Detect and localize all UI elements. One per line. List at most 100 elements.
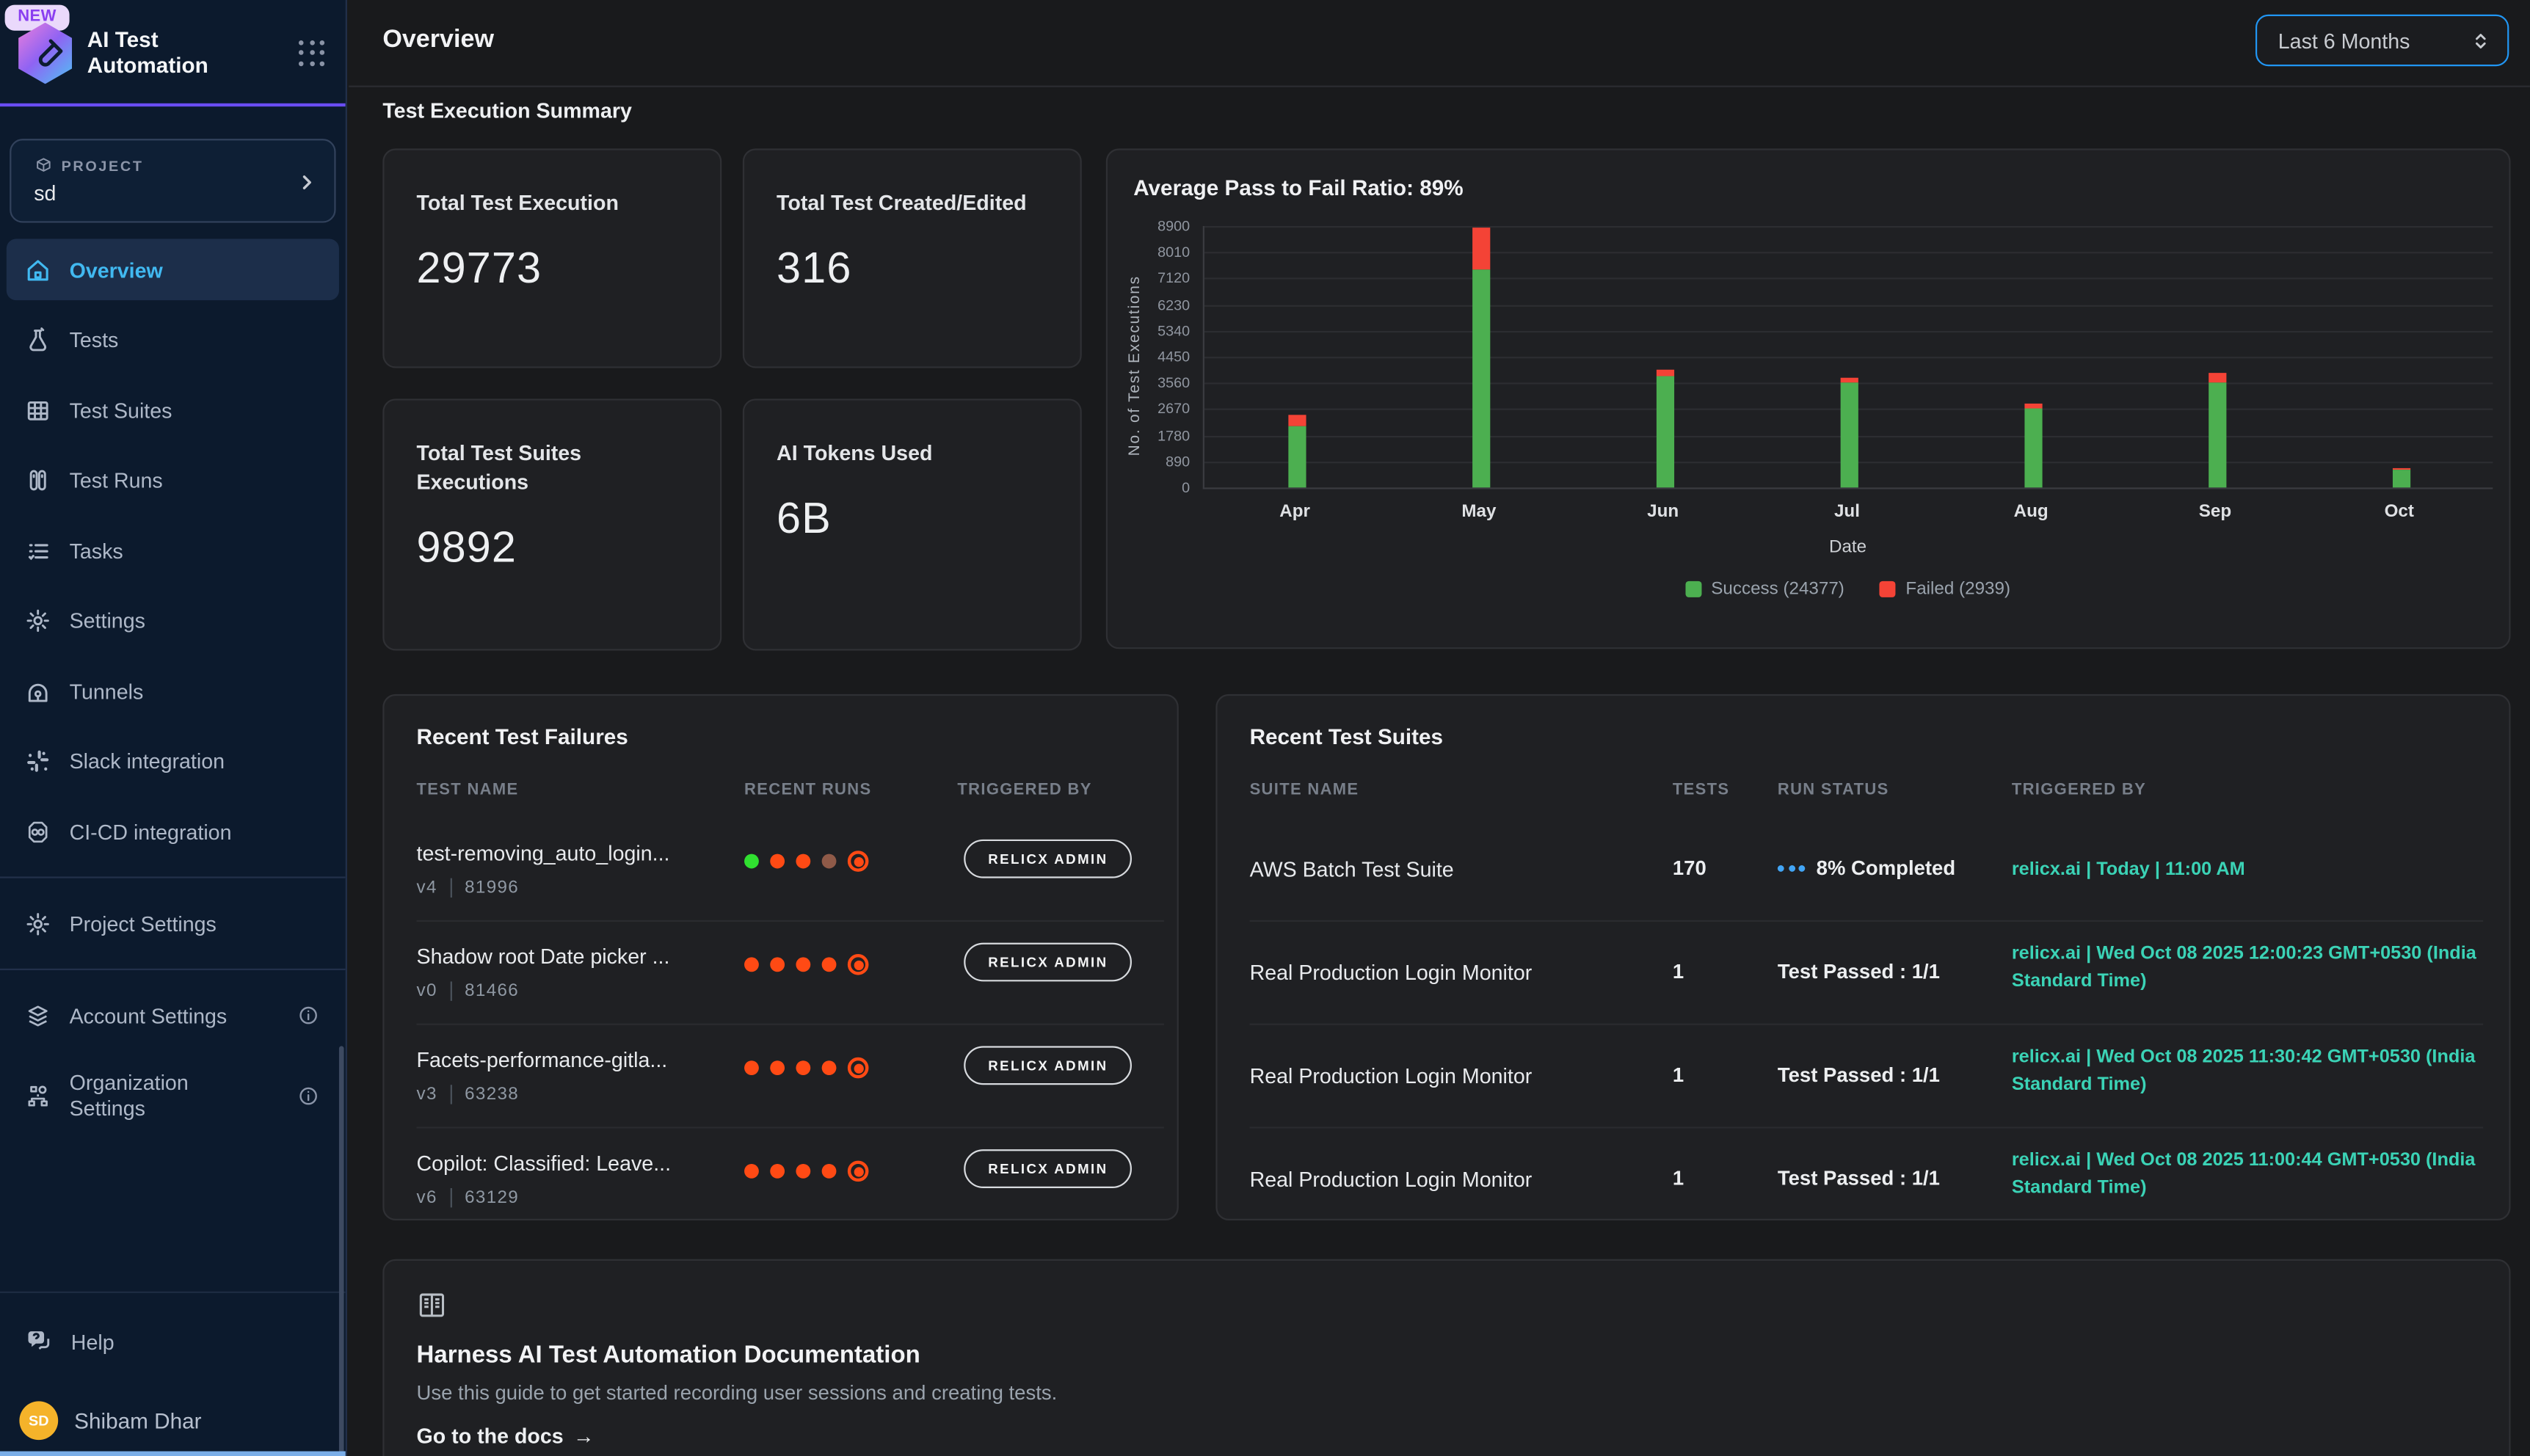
bar-sep	[2208, 372, 2225, 487]
date-range-select[interactable]: Last 6 Months	[2255, 15, 2509, 66]
org-chart-icon	[24, 1082, 51, 1109]
user-menu[interactable]: SD Shibam Dhar	[7, 1401, 339, 1440]
run-status-dot[interactable]	[796, 854, 810, 869]
sidebar-item-account-settings[interactable]: Account Settings	[7, 985, 339, 1046]
sidebar-scrollbar[interactable]	[339, 1046, 344, 1456]
suite-tests: 1	[1673, 1167, 1684, 1190]
list-icon	[24, 536, 51, 564]
table-row[interactable]: Copilot: Classified: Leave... v663129 RE…	[417, 1129, 1164, 1220]
table-row[interactable]: Real Production Login Monitor 1 Test Pas…	[1250, 1025, 2484, 1129]
run-status-dot[interactable]	[770, 1060, 785, 1075]
sidebar-horizontal-scrollbar[interactable]	[0, 1452, 347, 1456]
avatar: SD	[19, 1401, 58, 1440]
column-header: TEST NAME	[417, 782, 519, 799]
run-status-dot[interactable]	[770, 1164, 785, 1179]
suite-name: Real Production Login Monitor	[1250, 961, 1637, 985]
x-tick-label: Apr	[1246, 502, 1343, 521]
triggered-by-button[interactable]: RELICX ADMIN	[964, 840, 1132, 878]
run-status-dot[interactable]	[848, 1161, 869, 1182]
go-to-docs-link[interactable]: Go to the docs →	[417, 1424, 595, 1448]
suite-triggered-by[interactable]: relicx.ai | Wed Oct 08 2025 11:30:42 GMT…	[2012, 1044, 2483, 1099]
run-status-dot[interactable]	[822, 957, 837, 972]
docs-subtitle: Use this guide to get started recording …	[417, 1382, 2477, 1405]
x-tick-label: May	[1431, 502, 1527, 521]
run-status-dot[interactable]	[744, 1060, 759, 1075]
sidebar-item-organization-settings[interactable]: Organization Settings	[7, 1055, 339, 1136]
sidebar-nav: Overview Tests Test Suites Test Runs Tas…	[7, 239, 339, 1145]
run-status-dot[interactable]	[770, 854, 785, 869]
bar-failed-segment	[1287, 414, 1305, 426]
run-status-dot[interactable]	[770, 957, 785, 972]
suite-triggered-by[interactable]: relicx.ai | Wed Oct 08 2025 12:00:23 GMT…	[2012, 941, 2483, 996]
suite-name: AWS Batch Test Suite	[1250, 857, 1637, 881]
app-logo-icon	[16, 23, 74, 84]
app-grid-icon[interactable]	[299, 40, 326, 67]
sidebar-item-test-suites[interactable]: Test Suites	[7, 379, 339, 441]
project-selector[interactable]: PROJECT sd	[10, 139, 335, 222]
gridline	[1204, 278, 2493, 280]
y-tick-label: 4450	[1125, 349, 1190, 365]
info-icon[interactable]	[297, 1084, 320, 1107]
test-meta: v481996	[417, 878, 520, 898]
suite-triggered-by[interactable]: relicx.ai | Wed Oct 08 2025 11:00:44 GMT…	[2012, 1148, 2483, 1203]
table-row[interactable]: Real Production Login Monitor 1 Test Pas…	[1250, 1129, 2484, 1220]
run-status-dot[interactable]	[744, 854, 759, 869]
suite-triggered-by[interactable]: relicx.ai | Today | 11:00 AM	[2012, 857, 2483, 884]
bar-success-segment	[2208, 382, 2225, 488]
section-title: Test Execution Summary	[382, 98, 632, 123]
run-status-dot[interactable]	[744, 1164, 759, 1179]
x-tick-label: Sep	[2167, 502, 2264, 521]
triggered-by-button[interactable]: RELICX ADMIN	[964, 1149, 1132, 1188]
gridline	[1204, 357, 2493, 358]
legend-item: Failed (2939)	[1880, 580, 2010, 599]
chart-legend: Success (24377)Failed (2939)	[1203, 580, 2493, 599]
table-row[interactable]: test-removing_auto_login... v481996 RELI…	[417, 818, 1164, 922]
table-row[interactable]: AWS Batch Test Suite 170 8% Completed re…	[1250, 818, 2484, 922]
sidebar-item-cicd-integration[interactable]: CI-CD integration	[7, 801, 339, 862]
progress-dots-icon	[1778, 865, 1805, 872]
bar-success-segment	[1472, 270, 1489, 487]
chevron-right-icon	[296, 168, 319, 197]
bar-jul	[1840, 378, 1858, 487]
run-status-dot[interactable]	[796, 1060, 810, 1075]
y-tick-label: 0	[1125, 479, 1190, 495]
sidebar-item-settings[interactable]: Settings	[7, 590, 339, 652]
columns-icon	[24, 467, 51, 494]
sidebar-item-tunnels[interactable]: Tunnels	[7, 660, 339, 722]
gridline	[1204, 226, 2493, 228]
triggered-by-button[interactable]: RELICX ADMIN	[964, 1046, 1132, 1085]
x-tick-label: Jun	[1615, 502, 1712, 521]
gear-icon	[24, 607, 51, 634]
run-status-dot[interactable]	[822, 854, 837, 869]
run-status-dot[interactable]	[796, 1164, 810, 1179]
run-status-dot[interactable]	[848, 1058, 869, 1079]
run-status-dot[interactable]	[796, 957, 810, 972]
y-tick-label: 2670	[1125, 401, 1190, 417]
run-status-dot[interactable]	[822, 1164, 837, 1179]
triggered-by-button[interactable]: RELICX ADMIN	[964, 943, 1132, 982]
run-status-dot[interactable]	[822, 1060, 837, 1075]
run-status-dot[interactable]	[744, 957, 759, 972]
sidebar-item-test-runs[interactable]: Test Runs	[7, 450, 339, 512]
sidebar-item-tasks[interactable]: Tasks	[7, 520, 339, 581]
y-tick-label: 7120	[1125, 270, 1190, 286]
sidebar-item-tests[interactable]: Tests	[7, 309, 339, 371]
table-row[interactable]: Facets-performance-gitla... v363238 RELI…	[417, 1025, 1164, 1129]
stat-label: Total Test Created/Edited	[777, 189, 1048, 218]
docs-title: Harness AI Test Automation Documentation	[417, 1342, 2477, 1369]
bar-success-segment	[1840, 382, 1858, 487]
table-row[interactable]: Real Production Login Monitor 1 Test Pas…	[1250, 922, 2484, 1025]
info-icon[interactable]	[297, 1004, 320, 1027]
column-header: TRIGGERED BY	[957, 782, 1091, 799]
sidebar-item-project-settings[interactable]: Project Settings	[7, 892, 339, 954]
stat-value: 29773	[417, 244, 688, 294]
run-status-dot[interactable]	[848, 954, 869, 975]
legend-label: Failed (2939)	[1905, 580, 2010, 599]
page-title: Overview	[382, 26, 494, 55]
sidebar-item-overview[interactable]: Overview	[7, 239, 339, 301]
sidebar-item-slack-integration[interactable]: Slack integration	[7, 730, 339, 792]
table-row[interactable]: Shadow root Date picker ... v081466 RELI…	[417, 922, 1164, 1025]
help-button[interactable]: Help	[7, 1311, 339, 1372]
bar-jun	[1656, 370, 1673, 488]
run-status-dot[interactable]	[848, 851, 869, 872]
